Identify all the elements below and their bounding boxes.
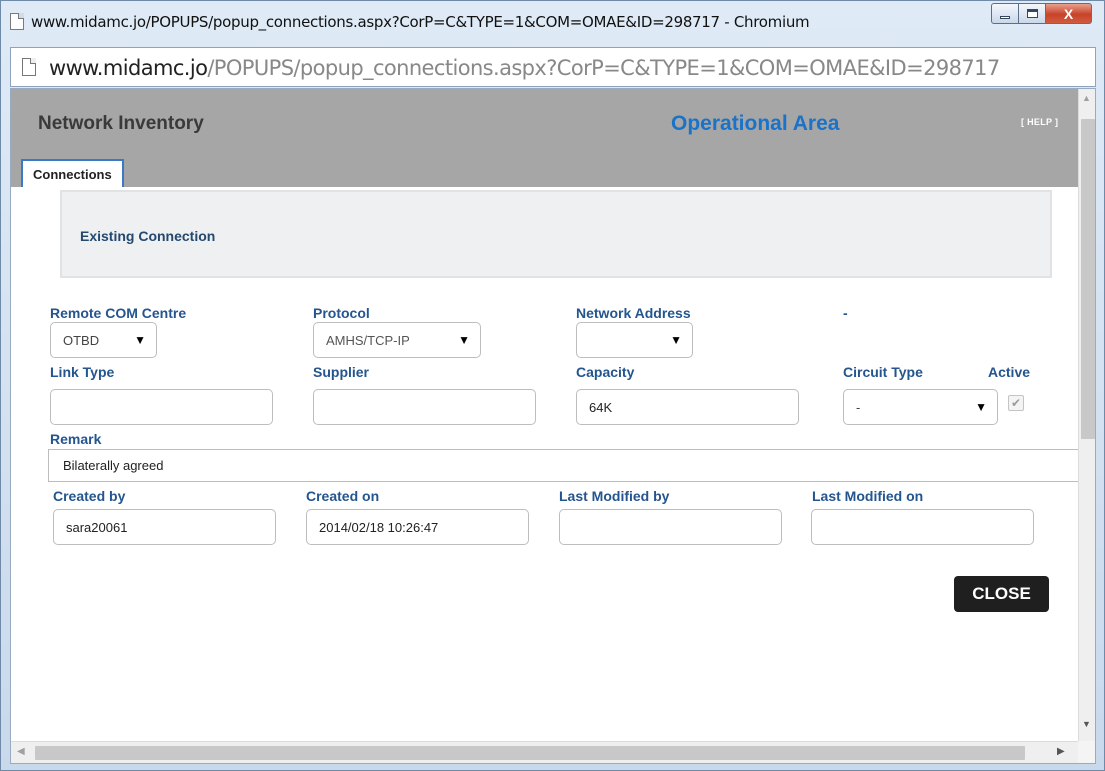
page-header: Network Inventory Operational Area [ HEL…: [11, 89, 1078, 187]
active-checkbox[interactable]: ✔: [1008, 395, 1024, 411]
page-content: Network Inventory Operational Area [ HEL…: [11, 89, 1088, 739]
created-on-field[interactable]: 2014/02/18 10:26:47: [306, 509, 529, 545]
network-address-extra: -: [843, 305, 848, 321]
horizontal-scrollbar[interactable]: ◀ ▶: [11, 741, 1078, 763]
page-title: Network Inventory: [38, 113, 204, 134]
network-address-select[interactable]: ▼: [576, 322, 693, 358]
checkmark-icon: ✔: [1010, 396, 1022, 410]
scrollbar-corner: [1078, 741, 1095, 763]
help-link[interactable]: [ HELP ]: [1021, 117, 1058, 127]
vertical-scrollbar[interactable]: ▲ ▼: [1078, 89, 1095, 741]
page-icon: [22, 58, 36, 76]
remote-com-centre-select[interactable]: OTBD ▼: [50, 322, 157, 358]
circuit-type-label: Circuit Type: [843, 364, 923, 380]
area-title: Operational Area: [671, 112, 840, 135]
protocol-label: Protocol: [313, 305, 370, 321]
panel-title: Existing Connection: [80, 228, 216, 244]
horizontal-scroll-thumb[interactable]: [35, 746, 1025, 760]
remark-label: Remark: [50, 431, 102, 447]
circuit-type-select[interactable]: - ▼: [843, 389, 998, 425]
window-controls: X: [991, 3, 1092, 24]
chevron-down-icon: ▼: [670, 333, 682, 347]
url-host: www.midamc.jo: [49, 56, 208, 80]
tab-connections[interactable]: Connections: [21, 159, 124, 187]
chevron-down-icon: ▼: [458, 333, 470, 347]
url-path: /POPUPS/popup_connections.aspx?CorP=C&TY…: [207, 56, 1000, 80]
last-modified-by-label: Last Modified by: [559, 488, 670, 504]
minimize-icon: [1000, 15, 1010, 19]
scroll-up-icon[interactable]: ▲: [1082, 93, 1091, 103]
browser-window: www.midamc.jo/POPUPS/popup_connections.a…: [0, 0, 1105, 771]
scroll-right-icon[interactable]: ▶: [1057, 746, 1065, 757]
address-bar[interactable]: www.midamc.jo/POPUPS/popup_connections.a…: [10, 47, 1096, 87]
window-title: www.midamc.jo/POPUPS/popup_connections.a…: [31, 13, 810, 31]
capacity-field[interactable]: 64K: [576, 389, 799, 425]
scroll-down-icon[interactable]: ▼: [1082, 719, 1091, 729]
protocol-value: AMHS/TCP-IP: [326, 332, 410, 348]
last-modified-on-field[interactable]: [811, 509, 1034, 545]
page-viewport: Network Inventory Operational Area [ HEL…: [10, 88, 1096, 764]
url-text[interactable]: www.midamc.jo/POPUPS/popup_connections.a…: [49, 56, 1000, 80]
chevron-down-icon: ▼: [134, 333, 146, 347]
last-modified-by-field[interactable]: [559, 509, 782, 545]
remark-field[interactable]: Bilaterally agreed: [48, 449, 1088, 482]
last-modified-on-label: Last Modified on: [812, 488, 924, 504]
network-address-label: Network Address: [576, 305, 691, 321]
circuit-type-value: -: [856, 399, 861, 415]
supplier-field[interactable]: [313, 389, 536, 425]
close-button[interactable]: CLOSE: [954, 576, 1049, 612]
link-type-label: Link Type: [50, 364, 115, 380]
chevron-down-icon: ▼: [975, 400, 987, 414]
scroll-left-icon[interactable]: ◀: [17, 746, 25, 757]
supplier-label: Supplier: [313, 364, 370, 380]
protocol-select[interactable]: AMHS/TCP-IP ▼: [313, 322, 481, 358]
remote-com-centre-value: OTBD: [63, 332, 100, 348]
existing-connection-panel: Existing Connection: [60, 190, 1052, 278]
vertical-scroll-thumb[interactable]: [1081, 119, 1095, 439]
page-icon: [10, 13, 24, 30]
created-by-field[interactable]: sara20061: [53, 509, 276, 545]
maximize-button[interactable]: [1019, 3, 1046, 24]
window-close-button[interactable]: X: [1046, 3, 1092, 24]
minimize-button[interactable]: [991, 3, 1019, 24]
capacity-label: Capacity: [576, 364, 635, 380]
close-icon: X: [1063, 5, 1074, 22]
remote-com-centre-label: Remote COM Centre: [50, 305, 187, 321]
title-bar[interactable]: www.midamc.jo/POPUPS/popup_connections.a…: [1, 1, 1104, 43]
created-on-label: Created on: [306, 488, 380, 504]
active-label: Active: [988, 364, 1031, 380]
maximize-icon: [1026, 9, 1038, 18]
link-type-field[interactable]: [50, 389, 273, 425]
created-by-label: Created by: [53, 488, 126, 504]
